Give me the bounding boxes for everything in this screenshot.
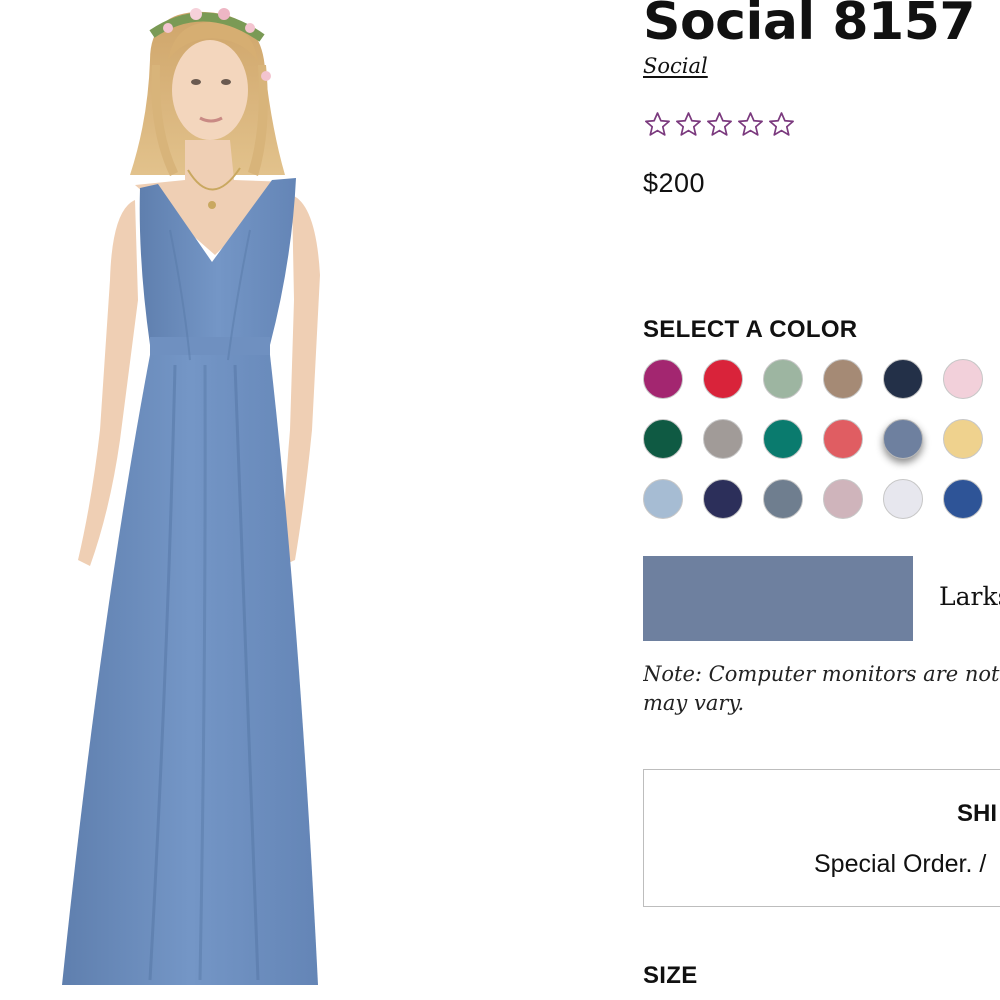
selected-color-name: Larks — [939, 582, 1000, 611]
size-heading: SIZE — [643, 962, 698, 989]
shipping-info-box: SHI Special Order. / — [643, 769, 1000, 907]
product-price: $200 — [643, 168, 706, 198]
product-details: Social 8157 Social $200 SELECT A COLOR L… — [643, 0, 1000, 1000]
color-swatch[interactable] — [763, 479, 803, 519]
color-swatch[interactable] — [643, 359, 683, 399]
color-swatch[interactable] — [883, 479, 923, 519]
color-swatch[interactable] — [823, 359, 863, 399]
color-swatch[interactable] — [943, 419, 983, 459]
color-swatch[interactable] — [763, 359, 803, 399]
color-accuracy-note: Note: Computer monitors are not a may va… — [643, 662, 1000, 715]
color-swatch[interactable] — [943, 479, 983, 519]
color-swatch[interactable] — [883, 359, 923, 399]
star-icon[interactable] — [674, 110, 703, 139]
color-swatch[interactable] — [703, 419, 743, 459]
model-photo — [62, 8, 320, 985]
select-color-heading: SELECT A COLOR — [643, 316, 858, 343]
color-swatch[interactable] — [823, 419, 863, 459]
star-icon[interactable] — [736, 110, 765, 139]
color-swatch[interactable] — [823, 479, 863, 519]
color-swatch[interactable] — [643, 479, 683, 519]
color-swatch[interactable] — [883, 419, 923, 459]
brand-link[interactable]: Social — [643, 54, 708, 78]
color-swatch[interactable] — [703, 359, 743, 399]
star-icon[interactable] — [643, 110, 672, 139]
selected-color-preview — [643, 556, 913, 641]
color-swatch[interactable] — [643, 419, 683, 459]
product-image[interactable] — [0, 0, 400, 1000]
product-page: Social 8157 Social $200 SELECT A COLOR L… — [0, 0, 1000, 1000]
shipping-text: Special Order. / — [814, 850, 987, 878]
shipping-heading: SHI — [957, 800, 998, 827]
star-rating[interactable] — [643, 110, 796, 139]
color-swatch[interactable] — [763, 419, 803, 459]
star-icon[interactable] — [767, 110, 796, 139]
color-swatch[interactable] — [703, 479, 743, 519]
color-swatch[interactable] — [943, 359, 983, 399]
product-title: Social 8157 — [643, 0, 976, 52]
star-icon[interactable] — [705, 110, 734, 139]
